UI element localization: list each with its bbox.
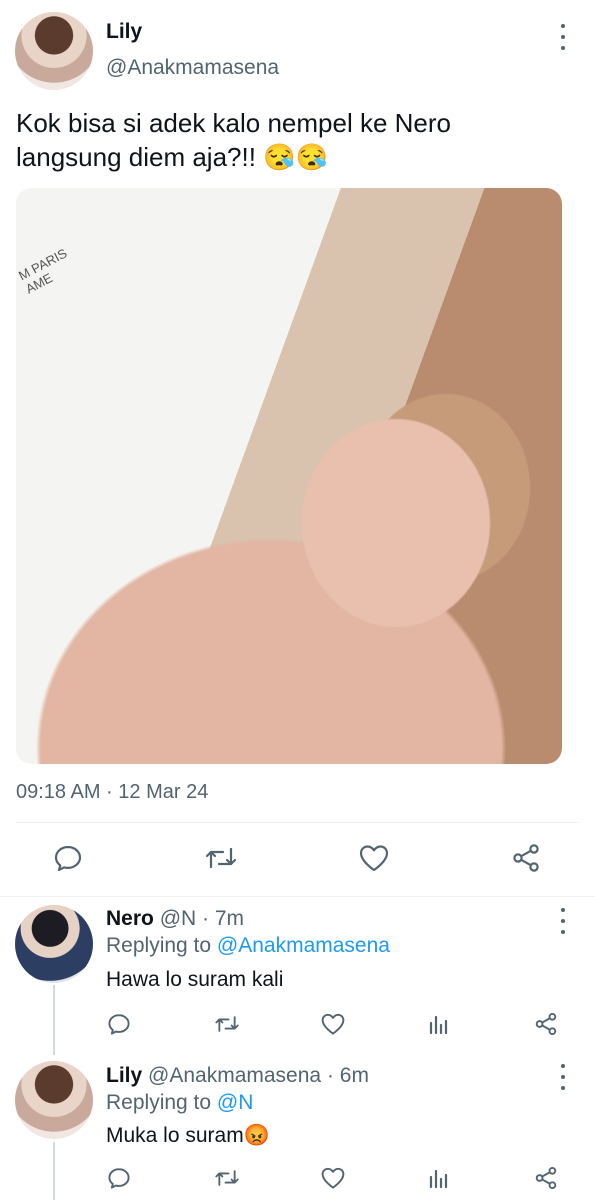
reply-time[interactable]: 7m — [215, 907, 244, 930]
tweet-photo[interactable]: M PARIS AME — [16, 188, 562, 764]
replying-to-label: Replying to — [106, 934, 212, 957]
reply-text: Muka lo suram😡 — [106, 1124, 270, 1148]
tweet-text-line-2-text: langsung diem aja?!! — [16, 142, 256, 172]
thread-line — [53, 985, 55, 1055]
reply-avatar[interactable] — [15, 905, 93, 983]
reply-author-name[interactable]: Nero — [106, 907, 154, 930]
tweet-text-line-1: Kok bisa si adek kalo nempel ke Nero — [16, 108, 452, 138]
replying-to-label: Replying to — [106, 1091, 212, 1114]
more-options-icon[interactable] — [553, 24, 573, 50]
more-options-icon[interactable] — [553, 908, 573, 934]
more-options-icon[interactable] — [553, 1064, 573, 1090]
reply-text: Hawa lo suram kali — [106, 968, 283, 992]
like-icon[interactable] — [357, 842, 391, 874]
reply-header: Lily @Anakmamasena · 6m — [106, 1064, 369, 1088]
sleepy-emoji: 😪😪 — [263, 142, 328, 172]
reply-text-body: Hawa lo suram kali — [106, 968, 284, 991]
retweet-icon[interactable] — [203, 842, 239, 874]
analytics-icon[interactable] — [426, 1011, 452, 1037]
reply-time[interactable]: 6m — [340, 1064, 369, 1087]
share-icon[interactable] — [510, 842, 542, 874]
separator-dot: · — [202, 907, 210, 930]
author-name[interactable]: Lily — [106, 20, 142, 44]
reply-author-handle[interactable]: @N — [160, 907, 196, 930]
reply-author-handle[interactable]: @Anakmamasena — [148, 1064, 321, 1087]
tweet-timestamp[interactable]: 09:18 AM · 12 Mar 24 — [16, 781, 208, 804]
reply-header: Nero @N · 7m — [106, 907, 244, 931]
tweet-text: Kok bisa si adek kalo nempel ke Nero lan… — [16, 106, 576, 174]
author-handle[interactable]: @Anakmamasena — [106, 56, 279, 80]
reply-icon[interactable] — [52, 842, 84, 874]
thread-line — [53, 1142, 55, 1200]
separator-dot: · — [326, 1064, 334, 1087]
reply-icon[interactable] — [106, 1011, 132, 1037]
like-icon[interactable] — [319, 1165, 347, 1191]
retweet-icon[interactable] — [213, 1165, 241, 1191]
divider — [0, 896, 595, 897]
retweet-icon[interactable] — [213, 1011, 241, 1037]
replying-to: Replying to @N — [106, 1091, 253, 1115]
divider — [16, 822, 579, 823]
tweet-text-line-2: langsung diem aja?!! 😪😪 — [16, 140, 576, 174]
reply-text-body: Muka lo suram — [106, 1124, 244, 1147]
reply-author-name[interactable]: Lily — [106, 1064, 142, 1087]
analytics-icon[interactable] — [426, 1165, 452, 1191]
replying-to: Replying to @Anakmamasena — [106, 934, 390, 958]
share-icon[interactable] — [533, 1011, 559, 1037]
shirt-print-text: M PARIS AME — [16, 245, 76, 296]
angry-emoji: 😡 — [243, 1124, 270, 1147]
reply-icon[interactable] — [106, 1165, 132, 1191]
replying-to-link[interactable]: @Anakmamasena — [217, 934, 390, 957]
share-icon[interactable] — [533, 1165, 559, 1191]
replying-to-link[interactable]: @N — [217, 1091, 253, 1114]
reply-avatar[interactable] — [15, 1061, 93, 1139]
author-avatar[interactable] — [15, 12, 93, 90]
like-icon[interactable] — [319, 1011, 347, 1037]
